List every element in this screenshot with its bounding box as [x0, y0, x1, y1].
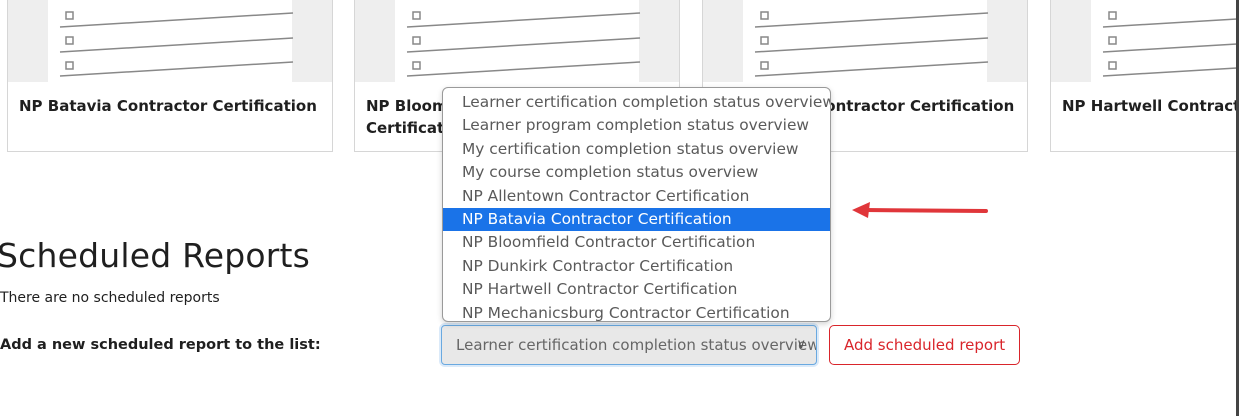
report-card-batavia[interactable]: NP Batavia Contractor Certification	[7, 0, 333, 152]
dropdown-option[interactable]: NP Bloomfield Contractor Certification	[443, 231, 830, 254]
dropdown-option-highlighted[interactable]: NP Batavia Contractor Certification	[443, 207, 830, 232]
card-thumbnail	[355, 0, 679, 82]
dropdown-option[interactable]: NP Dunkirk Contractor Certification	[443, 255, 830, 278]
dropdown-option[interactable]: My course completion status overview	[443, 161, 830, 184]
empty-message: There are no scheduled reports	[0, 290, 220, 306]
checklist-icon	[59, 11, 294, 77]
card-thumbnail	[1051, 0, 1239, 82]
checklist-icon	[754, 11, 989, 77]
card-thumbnail	[703, 0, 1027, 82]
add-report-label: Add a new scheduled report to the list:	[0, 337, 321, 353]
dropdown-option[interactable]: NP Mechanicsburg Contractor Certificatio…	[443, 302, 830, 321]
chevron-down-icon: ∨	[796, 337, 806, 352]
report-select-value: Learner certification completion status …	[456, 336, 817, 354]
card-title[interactable]: NP Hartwell Contractor Certification	[1062, 95, 1239, 117]
dropdown-option[interactable]: Learner program completion status overvi…	[443, 114, 830, 137]
dropdown-option[interactable]: My certification completion status overv…	[443, 138, 830, 161]
checklist-icon	[1102, 11, 1239, 77]
report-select[interactable]: Learner certification completion status …	[441, 325, 817, 365]
section-heading: Scheduled Reports	[0, 236, 311, 275]
card-thumbnail	[8, 0, 332, 82]
annotation-arrow-icon	[852, 202, 988, 218]
dropdown-option[interactable]: Learner certification completion status …	[443, 91, 830, 114]
card-title[interactable]: NP Batavia Contractor Certification	[19, 95, 324, 117]
report-dropdown-list[interactable]: Learner certification completion status …	[442, 87, 831, 322]
report-card-hartwell[interactable]: NP Hartwell Contractor Certification	[1050, 0, 1239, 152]
add-scheduled-report-button[interactable]: Add scheduled report	[829, 325, 1021, 365]
dropdown-option[interactable]: NP Hartwell Contractor Certification	[443, 278, 830, 301]
checklist-icon	[406, 11, 641, 77]
dropdown-option[interactable]: NP Allentown Contractor Certification	[443, 185, 830, 208]
